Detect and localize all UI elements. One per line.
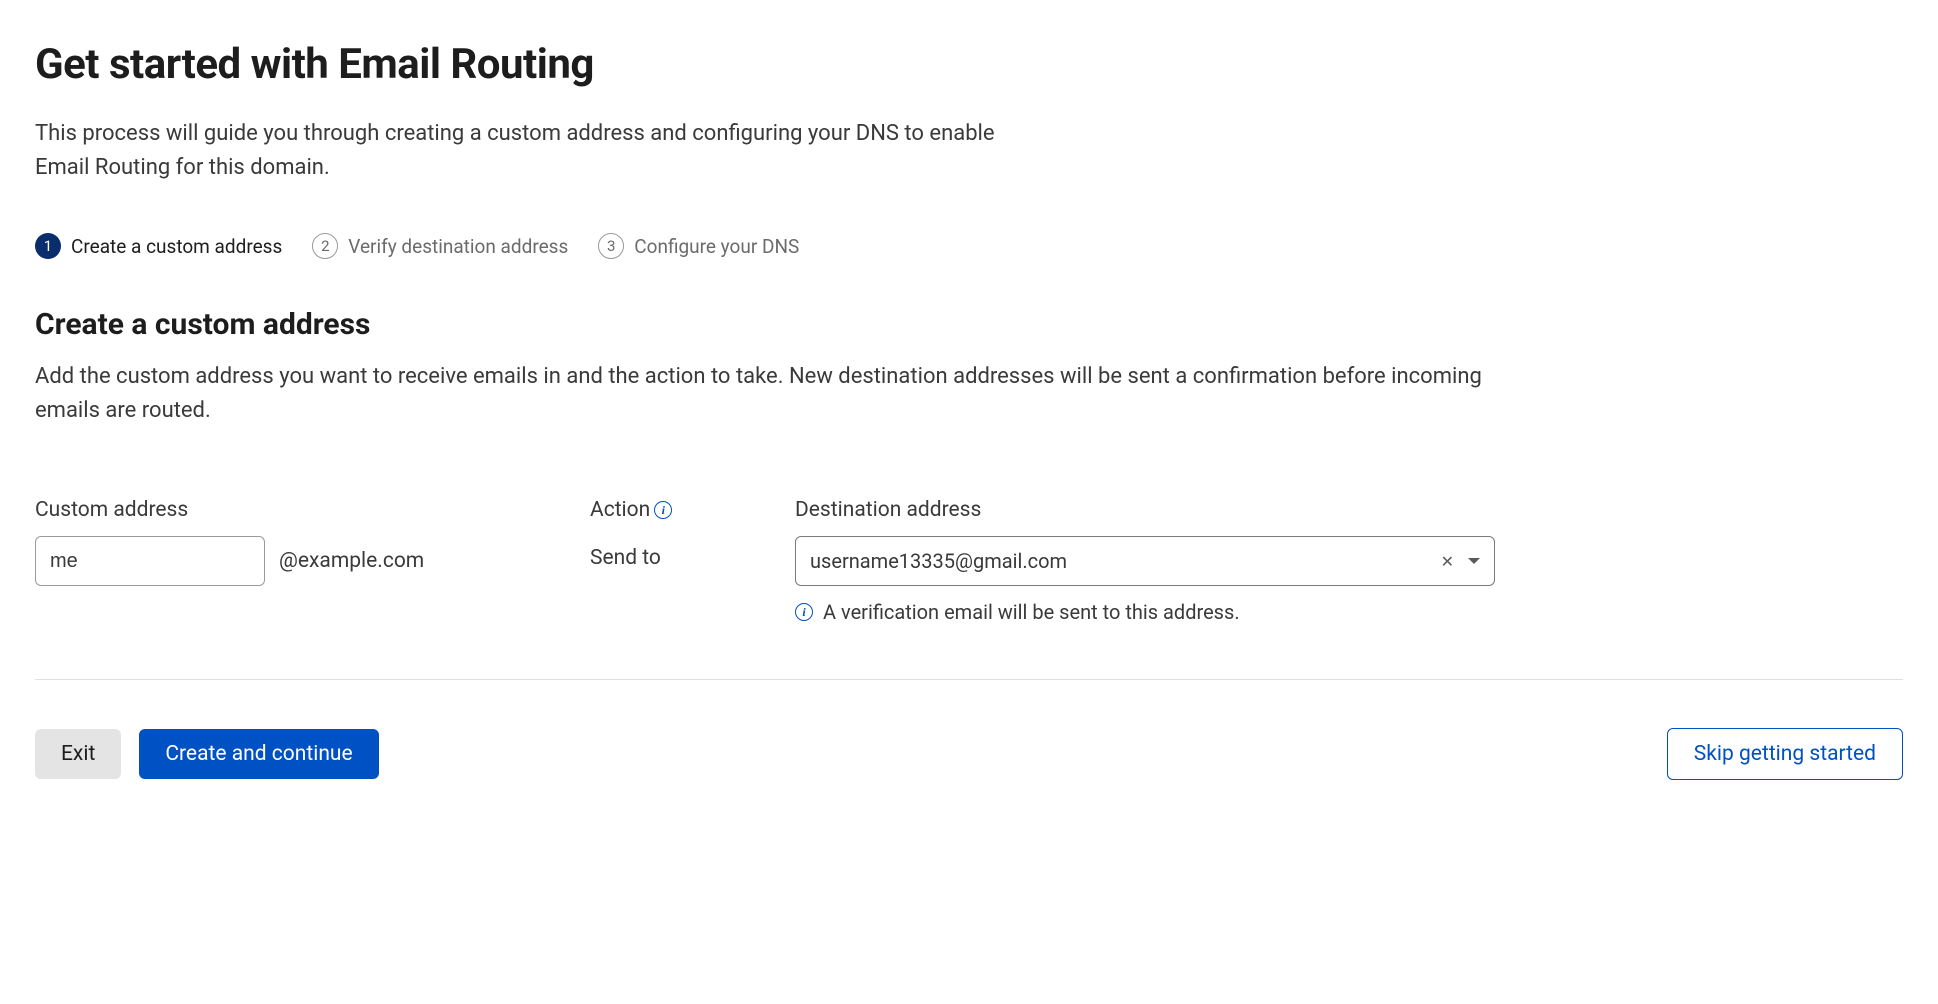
step-2-number: 2 xyxy=(312,233,338,259)
verification-note: i A verification email will be sent to t… xyxy=(795,600,1495,624)
destination-label: Destination address xyxy=(795,498,1495,522)
action-value: Send to xyxy=(590,536,795,570)
info-icon[interactable]: i xyxy=(654,501,672,519)
action-label-text: Action xyxy=(590,498,650,522)
form-row: Custom address @example.com Actioni Send… xyxy=(35,498,1903,624)
section-title: Create a custom address xyxy=(35,307,1903,342)
custom-address-input[interactable] xyxy=(35,536,265,586)
domain-suffix: @example.com xyxy=(279,549,424,573)
action-column: Actioni Send to xyxy=(590,498,795,624)
step-1-label: Create a custom address xyxy=(71,235,282,258)
action-label: Actioni xyxy=(590,498,795,522)
chevron-down-icon[interactable] xyxy=(1468,558,1480,564)
verification-note-text: A verification email will be sent to thi… xyxy=(823,600,1240,624)
step-1-number: 1 xyxy=(35,233,61,259)
page-title: Get started with Email Routing xyxy=(35,40,1903,89)
step-3: 3 Configure your DNS xyxy=(598,233,799,259)
section-description: Add the custom address you want to recei… xyxy=(35,360,1485,428)
divider xyxy=(35,679,1903,680)
exit-button[interactable]: Exit xyxy=(35,729,121,779)
page-description: This process will guide you through crea… xyxy=(35,117,1005,185)
skip-button[interactable]: Skip getting started xyxy=(1667,728,1903,780)
step-3-number: 3 xyxy=(598,233,624,259)
destination-column: Destination address username13335@gmail.… xyxy=(795,498,1495,624)
create-continue-button[interactable]: Create and continue xyxy=(139,729,378,779)
button-row: Exit Create and continue Skip getting st… xyxy=(35,728,1903,780)
destination-select-value: username13335@gmail.com xyxy=(810,549,1437,573)
step-2-label: Verify destination address xyxy=(348,235,568,258)
destination-select[interactable]: username13335@gmail.com ✕ xyxy=(795,536,1495,586)
clear-icon[interactable]: ✕ xyxy=(1437,548,1458,575)
select-controls: ✕ xyxy=(1437,548,1480,575)
custom-address-label: Custom address xyxy=(35,498,590,522)
info-icon: i xyxy=(795,603,813,621)
step-1: 1 Create a custom address xyxy=(35,233,282,259)
step-2: 2 Verify destination address xyxy=(312,233,568,259)
progress-steps: 1 Create a custom address 2 Verify desti… xyxy=(35,233,1903,259)
step-3-label: Configure your DNS xyxy=(634,235,799,258)
custom-address-wrap: @example.com xyxy=(35,536,590,586)
custom-address-column: Custom address @example.com xyxy=(35,498,590,624)
